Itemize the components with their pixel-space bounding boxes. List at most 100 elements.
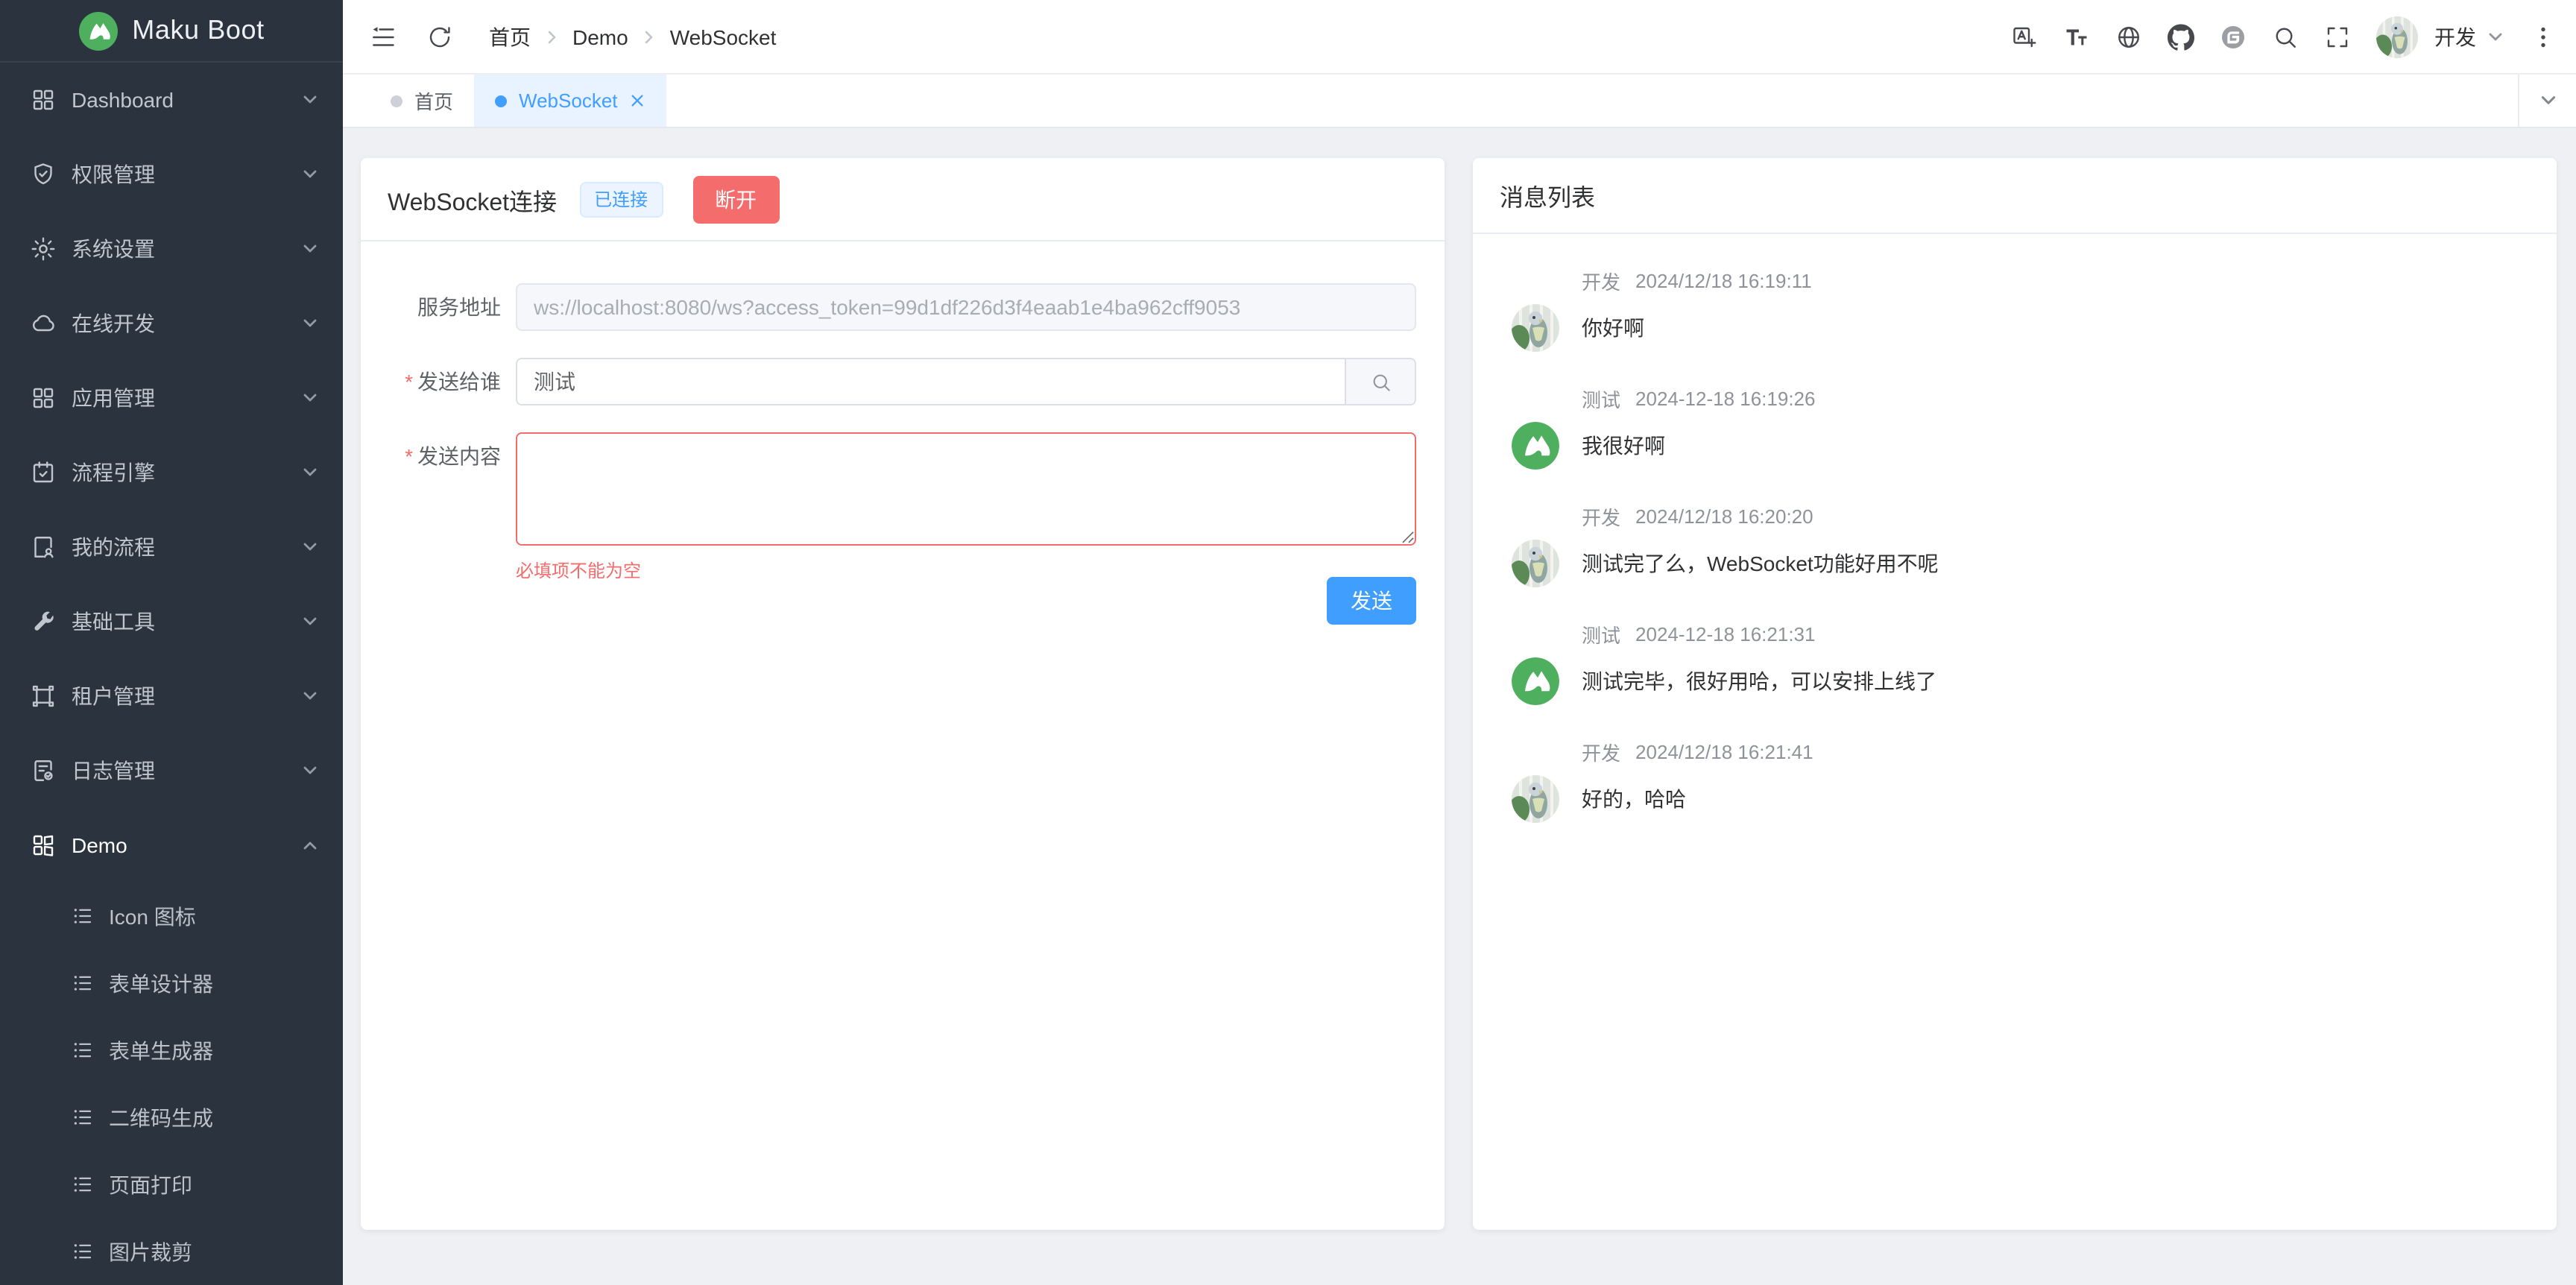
chevron-down-icon[interactable] [2487, 28, 2504, 45]
form-row-send-to: *发送给谁 [388, 358, 1416, 405]
main-area: 首页 Demo WebSocket 开发 [343, 0, 2576, 1285]
sidebar-subitem-image-crop[interactable]: 图片裁剪 [0, 1218, 343, 1285]
websocket-connection-card: WebSocket连接 已连接 断开 服务地址 *发送给谁 [361, 158, 1445, 1230]
user-photo-avatar [1512, 540, 1559, 587]
tabs-bar: 首页 WebSocket [343, 75, 2576, 128]
sidebar-item-basic-tools[interactable]: 基础工具 [0, 584, 343, 659]
send-button[interactable]: 发送 [1327, 577, 1416, 625]
form-row-message-content: *发送内容 必填项不能为空 [388, 432, 1416, 553]
wrench-icon [30, 608, 57, 635]
maku-logo-icon [78, 11, 117, 50]
message-time: 2024/12/18 16:20:20 [1635, 505, 1813, 527]
topbar-left: 首页 Demo WebSocket [370, 22, 776, 51]
chevron-up-icon [301, 836, 319, 854]
sidebar-item-online-dev[interactable]: 在线开发 [0, 286, 343, 361]
message-time: 2024-12-18 16:19:26 [1635, 387, 1815, 409]
send-to-input[interactable] [516, 358, 1345, 405]
user-avatar[interactable] [2376, 16, 2418, 57]
message-sender: 测试 [1582, 619, 1620, 648]
message-content-label: *发送内容 [388, 432, 516, 553]
sidebar-item-label: 日志管理 [72, 756, 286, 786]
message-item: 开发2024/12/18 16:20:20 测试完了么，WebSocket功能好… [1500, 502, 2530, 587]
send-button-row: 发送 [388, 577, 1416, 625]
apps-grid-icon [30, 385, 57, 411]
sidebar-item-demo[interactable]: Demo [0, 808, 343, 883]
user-name[interactable]: 开发 [2434, 22, 2476, 51]
chevron-down-icon [301, 762, 319, 780]
sidebar-menu: Dashboard 权限管理 系统设置 在线开发 应用管理 [0, 63, 343, 1285]
app-title: Maku Boot [132, 15, 265, 46]
message-list-header: 消息列表 [1473, 158, 2557, 234]
sidebar-item-system-settings[interactable]: 系统设置 [0, 212, 343, 286]
sidebar-subitem-label: 表单设计器 [109, 968, 213, 998]
user-photo-avatar [1512, 775, 1559, 823]
close-icon[interactable] [630, 92, 646, 109]
message-list-title: 消息列表 [1500, 177, 1595, 213]
server-url-input[interactable] [516, 283, 1416, 331]
calendar-check-icon [30, 459, 57, 486]
gear-icon [30, 236, 57, 262]
kebab-menu-icon[interactable] [2530, 23, 2557, 50]
list-icon [72, 1240, 94, 1263]
translate-icon[interactable] [2011, 23, 2038, 50]
chevron-down-icon [301, 91, 319, 109]
sidebar-subitem-form-generator[interactable]: 表单生成器 [0, 1017, 343, 1084]
sidebar-item-label: 流程引擎 [72, 458, 286, 487]
frame-icon [30, 683, 57, 710]
sidebar-item-app-management[interactable]: 应用管理 [0, 361, 343, 435]
sidebar-item-label: Dashboard [72, 88, 286, 112]
message-time: 2024-12-18 16:21:31 [1635, 622, 1815, 645]
sidebar-item-tenant-management[interactable]: 租户管理 [0, 659, 343, 733]
sidebar-subitem-qrcode[interactable]: 二维码生成 [0, 1084, 343, 1151]
sidebar-subitem-form-designer[interactable]: 表单设计器 [0, 950, 343, 1017]
sidebar-item-log-management[interactable]: 日志管理 [0, 733, 343, 808]
document-check-icon [30, 757, 57, 784]
collapse-menu-icon[interactable] [370, 23, 397, 50]
tab-home[interactable]: 首页 [370, 75, 474, 127]
sidebar-item-label: 基础工具 [72, 607, 286, 637]
sidebar-subitem-label: 图片裁剪 [109, 1237, 192, 1266]
sidebar-item-dashboard[interactable]: Dashboard [0, 63, 343, 137]
sidebar-item-workflow-engine[interactable]: 流程引擎 [0, 435, 343, 510]
app-root: Maku Boot Dashboard 权限管理 系统设置 在线开发 [0, 0, 2576, 1285]
github-icon[interactable] [2168, 23, 2194, 50]
sidebar-subitem-label: Icon 图标 [109, 901, 196, 931]
sidebar-item-permissions[interactable]: 权限管理 [0, 137, 343, 212]
message-sender: 开发 [1582, 266, 1620, 294]
message-item: 测试2024-12-18 16:19:26 我很好啊 [1500, 385, 2530, 470]
gitee-icon[interactable] [2220, 23, 2247, 50]
font-size-icon[interactable] [2063, 23, 2090, 50]
message-list-card: 消息列表 开发2024/12/18 16:19:11 你好啊 测试2024-12… [1473, 158, 2557, 1230]
app-logo[interactable]: Maku Boot [0, 0, 343, 63]
globe-icon[interactable] [2115, 23, 2142, 50]
list-icon [72, 972, 94, 994]
message-text: 我很好啊 [1582, 431, 1665, 461]
user-search-button[interactable] [1345, 358, 1416, 405]
sidebar-subitem-page-print[interactable]: 页面打印 [0, 1151, 343, 1218]
search-icon[interactable] [2272, 23, 2299, 50]
tab-label: 首页 [414, 86, 453, 115]
message-item: 测试2024-12-18 16:21:31 测试完毕，很好用哈，可以安排上线了 [1500, 620, 2530, 705]
connection-card-header: WebSocket连接 已连接 断开 [361, 158, 1445, 241]
demo-grid-icon [30, 832, 57, 859]
sidebar-subitem-icon[interactable]: Icon 图标 [0, 883, 343, 950]
grid-icon [30, 86, 57, 113]
breadcrumb-demo[interactable]: Demo [572, 25, 628, 48]
tabs-dropdown-button[interactable] [2518, 75, 2576, 127]
chevron-down-icon [301, 687, 319, 705]
disconnect-button[interactable]: 断开 [692, 175, 779, 223]
list-icon [72, 1039, 94, 1061]
message-content-textarea[interactable] [516, 432, 1416, 546]
sidebar-item-label: Demo [72, 833, 286, 857]
fullscreen-icon[interactable] [2324, 23, 2351, 50]
tab-websocket[interactable]: WebSocket [474, 75, 667, 127]
refresh-icon[interactable] [426, 23, 453, 50]
connection-form: 服务地址 *发送给谁 [361, 241, 1445, 651]
chevron-down-icon [301, 240, 319, 258]
sidebar-subitem-label: 表单生成器 [109, 1035, 213, 1065]
sidebar-item-my-workflow[interactable]: 我的流程 [0, 510, 343, 584]
chevron-right-icon [640, 28, 658, 45]
message-item: 开发2024/12/18 16:19:11 你好啊 [1500, 267, 2530, 352]
breadcrumb-home[interactable]: 首页 [489, 22, 531, 51]
chevron-right-icon [543, 28, 561, 45]
